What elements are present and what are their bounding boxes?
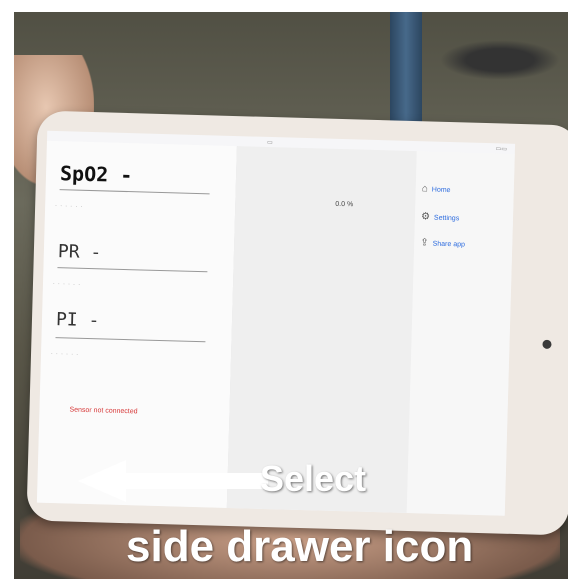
menu-item-home[interactable]: ⌂ Home bbox=[422, 183, 451, 195]
image-border bbox=[0, 0, 580, 12]
menu-item-label: Home bbox=[431, 186, 451, 195]
battery-icon: ▭▭ bbox=[495, 146, 508, 153]
home-button[interactable] bbox=[542, 339, 552, 349]
image-border bbox=[0, 0, 14, 579]
gear-icon: ⚙ bbox=[420, 211, 431, 223]
spo2-label: SpO2 - bbox=[59, 161, 133, 188]
metrics-panel: SpO2 - · · · · · · PR - · · · · · · PI -… bbox=[36, 140, 237, 508]
pr-label: PR - bbox=[57, 241, 102, 264]
menu-item-label: Settings bbox=[433, 214, 460, 223]
pi-label: PI - bbox=[55, 309, 100, 332]
caption-side-drawer: side drawer icon bbox=[126, 522, 474, 571]
caption-select: Select bbox=[260, 458, 367, 499]
menu-item-label: Share app bbox=[432, 240, 466, 249]
share-icon: ⇪ bbox=[420, 237, 429, 249]
percent-value: 0.0 % bbox=[335, 200, 354, 209]
photo-background: ▭ ▭▭ SpO2 - · · · · · · PR - · · · · · ·… bbox=[0, 0, 580, 579]
status-time: ▭ bbox=[266, 139, 273, 147]
desk-pole bbox=[390, 12, 422, 122]
menu-item-settings[interactable]: ⚙ Settings bbox=[421, 211, 460, 223]
divider bbox=[59, 189, 210, 195]
arrow-left-icon bbox=[78, 460, 268, 502]
divider bbox=[55, 337, 206, 343]
spo2-scale: · · · · · · bbox=[55, 203, 84, 210]
warning-text: Sensor not connected bbox=[69, 406, 138, 416]
pr-scale: · · · · · · bbox=[52, 281, 82, 288]
side-drawer-menu: ⌂ Home ⚙ Settings ⇪ Share app bbox=[406, 151, 515, 516]
chair-base bbox=[440, 40, 560, 80]
image-border bbox=[568, 0, 580, 579]
home-icon: ⌂ bbox=[421, 183, 428, 195]
menu-item-share[interactable]: ⇪ Share app bbox=[420, 237, 465, 249]
divider bbox=[57, 267, 208, 273]
pi-scale: · · · · · · bbox=[50, 350, 80, 358]
